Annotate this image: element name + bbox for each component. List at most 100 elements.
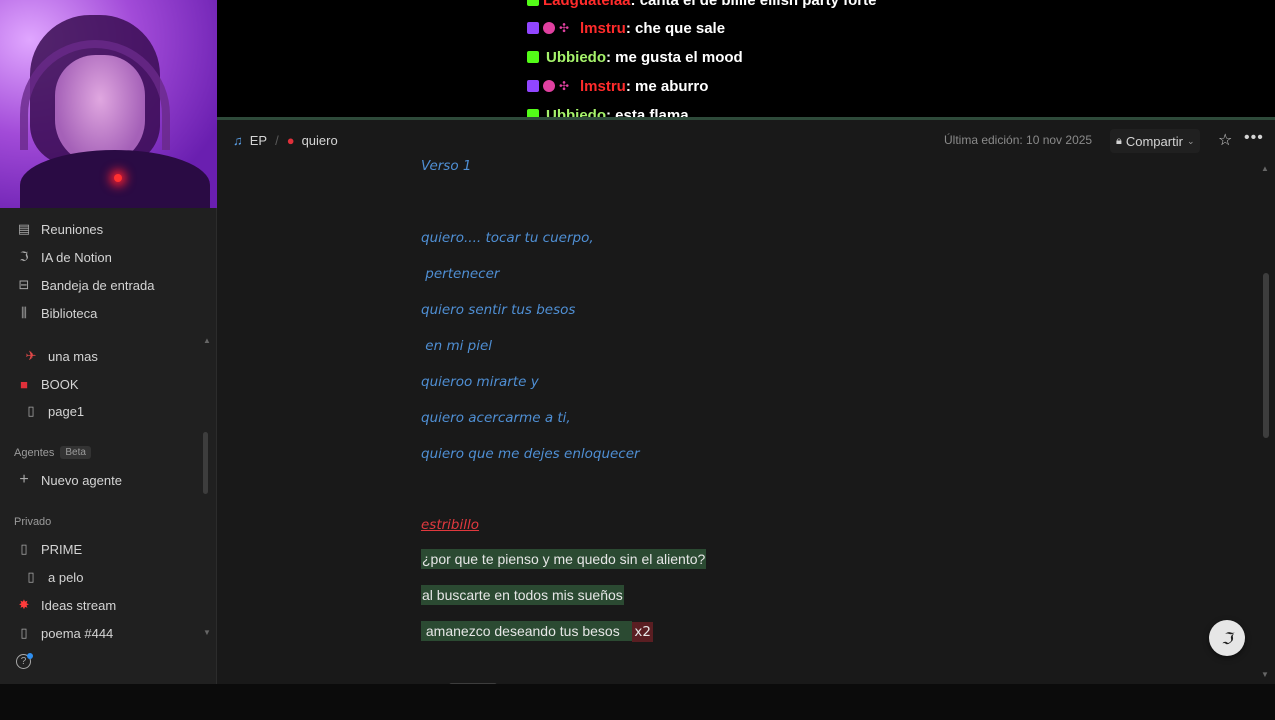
share-label: Compartir bbox=[1125, 133, 1183, 149]
notion-ai-icon: ℑ bbox=[19, 249, 29, 264]
chat-text: : me aburro bbox=[625, 77, 709, 95]
sidebar-item-inbox[interactable]: ⊟ Bandeja de entrada bbox=[0, 272, 215, 298]
chorus-line[interactable]: al buscarte en todos mis sueños bbox=[421, 585, 624, 605]
sidebar-item-label: una mas bbox=[48, 348, 98, 364]
page-icon: ▯ bbox=[20, 625, 28, 640]
breadcrumb: ♫ EP / ● quiero bbox=[233, 133, 338, 148]
editor-scrollbar[interactable] bbox=[1263, 273, 1269, 438]
webcam-face bbox=[55, 55, 145, 165]
lyric-line[interactable]: quiero sentir tus besos bbox=[421, 302, 575, 318]
lyric-line[interactable]: en mi piel bbox=[421, 338, 492, 354]
page-icon: ▯ bbox=[27, 403, 35, 418]
heart-badge-icon bbox=[543, 22, 555, 34]
bottom-bar bbox=[0, 684, 1275, 720]
sidebar-page-a-pelo[interactable]: ▯ a pelo bbox=[0, 564, 215, 590]
kick-badge-icon bbox=[527, 51, 539, 63]
scroll-up-arrow-icon[interactable]: ▲ bbox=[1261, 164, 1269, 173]
beta-badge: Beta bbox=[60, 446, 91, 459]
share-button[interactable]: 🔒︎ Compartir ⌄ bbox=[1110, 129, 1201, 153]
sidebar-item-label: page1 bbox=[48, 403, 85, 419]
dots-badge-icon: ✣ bbox=[559, 21, 570, 35]
twitch-badge-icon bbox=[527, 80, 539, 92]
meeting-notes-icon: ▤ bbox=[17, 221, 31, 236]
twitch-badge-icon bbox=[527, 22, 539, 34]
breadcrumb-current[interactable]: quiero bbox=[302, 133, 338, 148]
notification-dot bbox=[27, 653, 33, 659]
sidebar-item-label: PRIME bbox=[41, 541, 83, 557]
chevron-down-icon: ⌄ bbox=[1186, 135, 1195, 146]
red-book-icon: ■ bbox=[20, 376, 28, 392]
sidebar-item-label: Biblioteca bbox=[41, 305, 98, 321]
inbox-icon: ⊟ bbox=[18, 277, 30, 292]
lyric-line[interactable]: quiero acercarme a ti, bbox=[421, 410, 571, 426]
sidebar-item-reuniones[interactable]: ▤ Reuniones bbox=[0, 216, 215, 242]
sidebar-page-poema-444[interactable]: ▯ poema #444 bbox=[0, 620, 215, 646]
lock-icon: 🔒︎ bbox=[1116, 134, 1122, 147]
topbar: ♫ EP / ● quiero Última edición: 10 nov 2… bbox=[217, 120, 1275, 162]
sidebar-item-label: poema #444 bbox=[41, 625, 114, 641]
chat-username: lmstru bbox=[580, 77, 626, 95]
kick-badge-icon bbox=[527, 0, 539, 6]
page-icon: ▯ bbox=[27, 569, 35, 584]
webcam-light bbox=[114, 174, 122, 182]
page-icon: ▯ bbox=[20, 541, 28, 556]
sidebar-item-label: BOOK bbox=[41, 376, 79, 392]
lyric-line[interactable]: quiero.... tocar tu cuerpo, bbox=[421, 230, 594, 246]
chorus-heading[interactable]: estribillo bbox=[421, 517, 479, 533]
editor-main: ♫ EP / ● quiero Última edición: 10 nov 2… bbox=[217, 120, 1275, 684]
sidebar-item-label: IA de Notion bbox=[41, 249, 112, 265]
chat-text: : che que sale bbox=[625, 19, 726, 37]
last-edited-label: Última edición: 10 nov 2025 bbox=[944, 133, 1093, 147]
chat-username: Ubbiedo bbox=[546, 48, 606, 66]
sparkle-icon: ✸ bbox=[18, 597, 30, 612]
sidebar-item-label: Reuniones bbox=[41, 221, 104, 237]
music-notes-icon: ♫ bbox=[233, 133, 243, 148]
chat-message: Ladguatelaa : canta el de billie eilish … bbox=[527, 0, 876, 11]
agents-section-label: Agentes bbox=[14, 446, 55, 459]
sidebar-item-library[interactable]: ⫼ Biblioteca bbox=[0, 300, 215, 326]
lyric-line[interactable]: quieroo mirarte y bbox=[421, 374, 539, 390]
chorus-line-text: amanezco deseando tus besos bbox=[421, 621, 633, 641]
scroll-down-arrow-icon[interactable]: ▼ bbox=[203, 628, 211, 637]
chat-message: Ubbiedo : me gusta el mood bbox=[527, 46, 743, 68]
lips-icon: ● bbox=[286, 133, 295, 148]
rocket-icon: ✈ bbox=[25, 348, 37, 363]
breadcrumb-parent[interactable]: EP bbox=[250, 133, 267, 148]
scroll-down-arrow-icon[interactable]: ▼ bbox=[1261, 670, 1269, 679]
breadcrumb-separator: / bbox=[275, 133, 279, 148]
chorus-line-text: al buscarte en todos mis sueños bbox=[421, 585, 624, 605]
lyric-line[interactable]: pertenecer bbox=[421, 266, 499, 282]
private-section-header: Privado bbox=[14, 516, 51, 528]
library-icon: ⫼ bbox=[21, 305, 27, 320]
chat-message: ✣ lmstru : me aburro bbox=[527, 75, 708, 97]
private-section-label: Privado bbox=[14, 516, 52, 528]
sidebar-item-notion-ai[interactable]: ℑ IA de Notion bbox=[0, 244, 215, 270]
sidebar-page-book[interactable]: ■ BOOK bbox=[0, 371, 215, 397]
chat-text: : me gusta el mood bbox=[606, 48, 743, 66]
chat-message: ✣ lmstru : che que sale bbox=[527, 17, 725, 39]
sidebar-item-label: Bandeja de entrada bbox=[41, 277, 155, 293]
chorus-line[interactable]: amanezco deseando tus besos x2 bbox=[421, 621, 653, 642]
notion-ai-button[interactable]: ℑ bbox=[1209, 620, 1245, 656]
heart-badge-icon bbox=[543, 80, 555, 92]
chat-username: lmstru bbox=[580, 19, 626, 37]
webcam-overlay bbox=[0, 0, 217, 208]
sidebar-page-prime[interactable]: ▯ PRIME bbox=[0, 536, 215, 562]
plus-icon: + bbox=[19, 471, 29, 488]
sidebar-item-label: a pelo bbox=[48, 569, 84, 585]
chat-username: Ladguatelaa bbox=[543, 0, 631, 9]
sidebar-page-page1[interactable]: ▯ page1 bbox=[0, 398, 215, 424]
lyric-line[interactable]: quiero que me dejes enloquecer bbox=[421, 446, 640, 462]
verse-heading[interactable]: Verso 1 bbox=[421, 158, 471, 174]
chorus-repeat-marker: x2 bbox=[632, 622, 653, 642]
new-agent-button[interactable]: + Nuevo agente bbox=[0, 467, 215, 493]
chorus-line-text: ¿por que te pienso y me quedo sin el ali… bbox=[421, 549, 707, 569]
sidebar-page-ideas-stream[interactable]: ✸ Ideas stream bbox=[0, 592, 215, 618]
favorite-star-icon[interactable]: ☆ bbox=[1218, 130, 1232, 150]
dots-badge-icon: ✣ bbox=[559, 79, 570, 93]
more-options-icon[interactable]: ••• bbox=[1244, 129, 1264, 147]
stream-chat-overlay: Ladguatelaa : canta el de billie eilish … bbox=[217, 0, 1275, 124]
chorus-line[interactable]: ¿por que te pienso y me quedo sin el ali… bbox=[421, 549, 707, 569]
chat-text: : canta el de billie eilish party forte bbox=[630, 0, 877, 9]
sidebar-page-una-mas[interactable]: ✈ una mas bbox=[0, 343, 215, 369]
